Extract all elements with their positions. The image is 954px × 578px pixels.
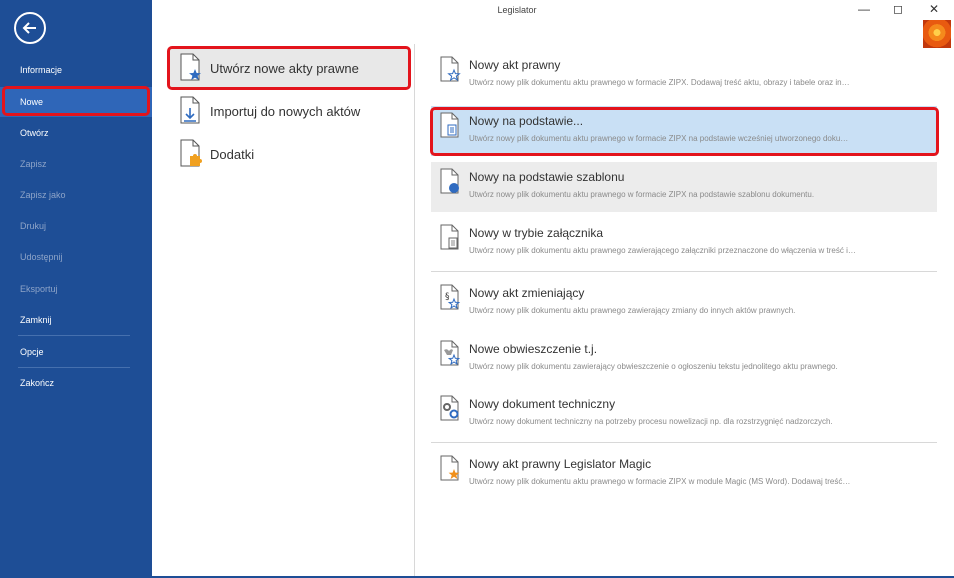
option-description: Utwórz nowy plik dokumentu aktu prawnego… <box>469 78 850 87</box>
option-title: Nowy akt zmieniający <box>469 286 585 300</box>
category-dodatki[interactable]: Dodatki <box>170 134 410 174</box>
option-description: Utwórz nowy dokument techniczny na potrz… <box>469 417 833 426</box>
window-title: Legislator <box>497 5 537 15</box>
option-nowy-na-podstawie-szablonu[interactable]: Nowy na podstawie szablonu Utwórz nowy p… <box>431 162 937 212</box>
document-emblem-icon <box>439 340 461 371</box>
document-paragraph-icon: § <box>439 284 461 315</box>
document-attachment-icon <box>439 224 461 255</box>
option-description: Utwórz nowy plik dokumentu aktu prawnego… <box>469 190 815 199</box>
sidebar-item-udostepnij: Udostępnij <box>20 252 63 262</box>
maximize-icon: ◻ <box>893 2 903 16</box>
document-star-icon <box>439 56 461 87</box>
category-importuj[interactable]: Importuj do nowych aktów <box>170 91 410 131</box>
close-button[interactable]: ✕ <box>920 0 948 18</box>
sidebar-item-zamknij[interactable]: Zamknij <box>0 305 152 335</box>
option-legislator-magic[interactable]: Nowy akt prawny Legislator Magic Utwórz … <box>431 449 937 499</box>
sidebar-item-informacje[interactable]: Informacje <box>0 55 152 85</box>
sidebar-item-zapisz: Zapisz <box>20 159 47 169</box>
highlight-box-nowe <box>2 86 150 116</box>
option-nowy-w-trybie-zalacznika[interactable]: Nowy w trybie załącznika Utwórz nowy pli… <box>431 218 937 268</box>
sidebar-separator <box>18 335 130 336</box>
maximize-button[interactable]: ◻ <box>884 0 912 18</box>
option-separator <box>431 442 937 443</box>
option-nowy-akt-zmieniajacy[interactable]: § Nowy akt zmieniający Utwórz nowy plik … <box>431 278 937 328</box>
back-button[interactable] <box>14 12 46 44</box>
category-list: Utwórz nowe akty prawne Importuj do nowy… <box>152 20 414 578</box>
option-title: Nowy akt prawny <box>469 58 561 72</box>
option-description: Utwórz nowy plik dokumentu aktu prawnego… <box>469 306 796 315</box>
option-separator <box>431 271 937 272</box>
option-nowe-obwieszczenie[interactable]: Nowe obwieszczenie t.j. Utwórz nowy plik… <box>431 334 937 384</box>
option-title: Nowy akt prawny Legislator Magic <box>469 457 652 471</box>
category-label: Importuj do nowych aktów <box>210 103 361 119</box>
sidebar-item-otworz[interactable]: Otwórz <box>0 118 152 148</box>
document-template-icon <box>439 168 461 199</box>
sidebar-item-drukuj: Drukuj <box>20 221 47 231</box>
sidebar-item-zakoncz[interactable]: Zakończ <box>0 368 152 398</box>
option-title: Nowy dokument techniczny <box>469 397 616 411</box>
option-description: Utwórz nowy plik dokumentu zawierający o… <box>469 362 838 371</box>
category-label: Dodatki <box>210 146 255 162</box>
option-nowy-akt-prawny[interactable]: Nowy akt prawny Utwórz nowy plik dokumen… <box>431 50 937 100</box>
option-description: Utwórz nowy plik dokumentu aktu prawnego… <box>469 246 856 255</box>
sidebar-item-opcje[interactable]: Opcje <box>0 337 152 367</box>
sidebar-item-eksportuj: Eksportuj <box>20 284 58 294</box>
highlight-box-utworz <box>167 46 411 90</box>
document-import-icon <box>178 96 202 127</box>
option-title: Nowe obwieszczenie t.j. <box>469 342 598 356</box>
close-icon: ✕ <box>928 2 940 16</box>
sidebar-item-zapisz-jako: Zapisz jako <box>20 190 66 200</box>
document-gear-icon <box>439 395 461 426</box>
option-title: Nowy w trybie załącznika <box>469 226 604 240</box>
option-nowy-dokument-techniczny[interactable]: Nowy dokument techniczny Utwórz nowy dok… <box>431 389 937 439</box>
minimize-icon: — <box>858 2 870 16</box>
minimize-button[interactable]: — <box>850 0 878 18</box>
document-puzzle-icon <box>178 139 202 170</box>
document-magic-star-icon <box>439 455 461 486</box>
option-title: Nowy na podstawie szablonu <box>469 170 625 184</box>
svg-text:§: § <box>445 292 450 302</box>
option-description: Utwórz nowy plik dokumentu aktu prawnego… <box>469 477 851 486</box>
back-arrow-icon <box>22 22 36 34</box>
highlight-box-nowy-na-podstawie <box>430 107 939 156</box>
